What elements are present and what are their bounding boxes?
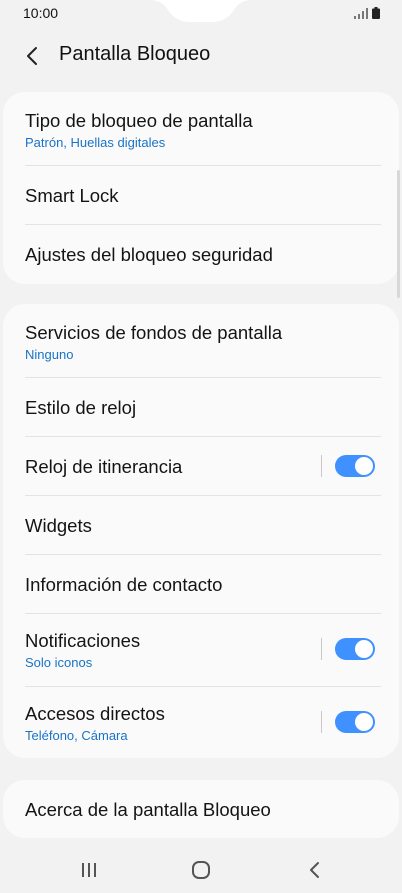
list-item-roaming-clock[interactable]: Reloj de itinerancia — [3, 437, 399, 495]
roaming-clock-toggle[interactable] — [335, 455, 375, 477]
back-arrow-icon[interactable] — [20, 42, 48, 70]
list-item-subtitle: Ninguno — [25, 347, 74, 362]
list-item-title: Ajustes del bloqueo seguridad — [25, 244, 273, 265]
status-bar: 10:00 — [0, 0, 402, 28]
settings-group-lock-type: Tipo de bloqueo de pantalla Patrón, Huel… — [3, 92, 399, 284]
status-time: 10:00 — [23, 5, 59, 21]
separator — [321, 711, 322, 733]
list-item-title: Estilo de reloj — [25, 397, 137, 418]
recent-apps-icon[interactable] — [74, 858, 104, 882]
camera-notch — [0, 0, 402, 22]
settings-group-display: Servicios de fondos de pantalla Ninguno … — [3, 304, 399, 758]
settings-group-about: Acerca de la pantalla Bloqueo — [3, 780, 399, 838]
app-header: Pantalla Bloqueo — [0, 28, 402, 84]
battery-icon — [372, 7, 380, 19]
list-item-subtitle: Teléfono, Cámara — [25, 728, 128, 743]
separator — [321, 638, 322, 660]
signal-icon — [354, 8, 368, 19]
back-icon[interactable] — [300, 858, 330, 882]
list-item-title: Reloj de itinerancia — [25, 456, 183, 477]
notifications-toggle[interactable] — [335, 638, 375, 660]
list-item-wallpaper-services[interactable]: Servicios de fondos de pantalla Ninguno — [3, 304, 399, 377]
scrollbar[interactable] — [397, 170, 400, 298]
list-item-title: Accesos directos — [25, 703, 165, 724]
list-item-notifications[interactable]: Notificaciones Solo iconos — [3, 614, 399, 686]
list-item-clock-style[interactable]: Estilo de reloj — [3, 378, 399, 436]
separator — [321, 455, 322, 477]
list-item-subtitle: Patrón, Huellas digitales — [25, 135, 166, 150]
shortcuts-toggle[interactable] — [335, 711, 375, 733]
list-item-title: Tipo de bloqueo de pantalla — [25, 110, 253, 131]
list-item-subtitle: Solo iconos — [25, 655, 93, 670]
home-icon[interactable] — [186, 858, 216, 882]
list-item-widgets[interactable]: Widgets — [3, 496, 399, 554]
list-item-title: Acerca de la pantalla Bloqueo — [25, 799, 271, 820]
list-item-title: Servicios de fondos de pantalla — [25, 322, 283, 343]
list-item-title: Notificaciones — [25, 630, 141, 651]
list-item-smart-lock[interactable]: Smart Lock — [3, 166, 399, 224]
list-item-lock-type[interactable]: Tipo de bloqueo de pantalla Patrón, Huel… — [3, 92, 399, 165]
list-item-title: Widgets — [25, 515, 92, 536]
list-item-title: Información de contacto — [25, 574, 223, 595]
list-item-title: Smart Lock — [25, 185, 119, 206]
list-item-shortcuts[interactable]: Accesos directos Teléfono, Cámara — [3, 687, 399, 758]
page-title: Pantalla Bloqueo — [59, 43, 211, 65]
list-item-security-settings[interactable]: Ajustes del bloqueo seguridad — [3, 225, 399, 284]
list-item-about-lock-screen[interactable]: Acerca de la pantalla Bloqueo — [3, 780, 399, 838]
list-item-contact-info[interactable]: Información de contacto — [3, 555, 399, 613]
navigation-bar — [0, 846, 402, 893]
